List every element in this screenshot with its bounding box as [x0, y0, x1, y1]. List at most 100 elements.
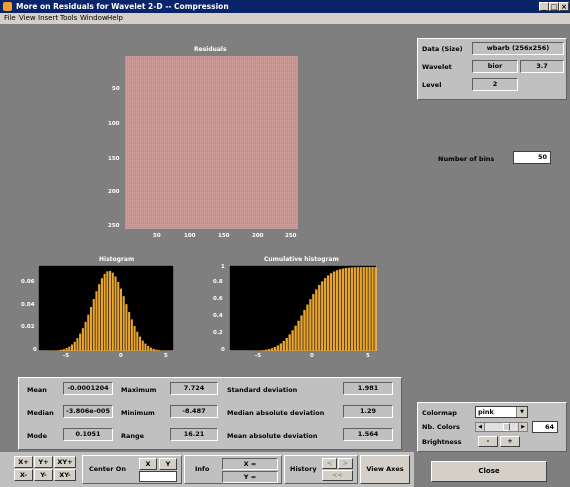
wavelet-number-value: 3.7	[520, 60, 564, 73]
center-on-input[interactable]	[139, 471, 177, 482]
level-value: 2	[472, 78, 518, 91]
xy-minus-button[interactable]: XY-	[54, 469, 76, 481]
cumulative-bar	[362, 267, 365, 351]
cumulative-bar	[288, 334, 291, 351]
histogram-bar	[57, 350, 60, 351]
center-on-label: Center On	[89, 465, 126, 473]
menu-help[interactable]: Help	[107, 13, 123, 24]
level-label: Level	[422, 81, 442, 89]
cumulative-ytick: 0.2	[213, 330, 223, 336]
cumulative-bar	[267, 349, 271, 351]
cumulative-bar	[258, 350, 262, 351]
histogram-bar	[60, 349, 63, 351]
cumulative-bar	[294, 325, 297, 351]
maximize-icon[interactable]: □	[549, 2, 559, 11]
cumulative-xtick: 0	[310, 353, 314, 359]
menu-file[interactable]: File	[4, 13, 16, 24]
history-panel: History < > <<	[284, 455, 358, 484]
residuals-image	[125, 56, 298, 229]
histogram-bar	[68, 346, 71, 351]
view-axes-button[interactable]: View Axes	[360, 455, 410, 484]
cumulative-histogram-plot	[229, 265, 377, 351]
wavelet-label: Wavelet	[422, 63, 452, 71]
menu-insert[interactable]: Insert	[38, 13, 58, 24]
scroll-left-icon[interactable]: ◀	[476, 423, 485, 431]
histogram-bar	[103, 273, 106, 351]
cumulative-bar	[282, 340, 285, 351]
cumulative-bar	[344, 267, 348, 351]
colormap-value: pink	[478, 408, 494, 416]
range-value: 16.21	[170, 428, 218, 441]
cumulative-bar	[353, 267, 356, 351]
axes-toolbar: X+ Y+ XY+ X- Y- XY- Center On X Y Info X…	[0, 452, 414, 487]
menu-view[interactable]: View	[19, 13, 36, 24]
cumulative-bar	[261, 350, 265, 351]
histogram-xtick: -5	[63, 353, 70, 359]
histogram-bar	[70, 344, 74, 351]
right-panel: Data (Size) wbarb (256x256) Wavelet bior…	[414, 24, 570, 487]
cumulative-bar	[356, 267, 359, 351]
slider-thumb[interactable]	[503, 423, 510, 431]
cumulative-bar	[332, 271, 336, 351]
y-minus-button[interactable]: Y-	[34, 469, 53, 481]
number-of-bins-input[interactable]: 50	[513, 151, 551, 164]
histogram-bar	[160, 350, 163, 351]
center-y-button[interactable]: Y	[159, 458, 177, 470]
histogram-xtick: 5	[164, 353, 168, 359]
residuals-ytick: 200	[108, 189, 120, 195]
cumulative-bar	[365, 267, 368, 351]
mode-label: Mode	[27, 432, 47, 440]
cumulative-bar	[371, 267, 374, 351]
median-label: Median	[27, 409, 54, 417]
menu-window[interactable]: Window	[80, 13, 108, 24]
x-plus-button[interactable]: X+	[14, 456, 33, 468]
histogram-plot	[38, 265, 174, 351]
window-title: More on Residuals for Wavelet 2-D -- Com…	[16, 2, 229, 11]
close-button[interactable]: Close	[431, 461, 547, 482]
histogram-bar	[130, 319, 133, 351]
x-minus-button[interactable]: X-	[14, 469, 33, 481]
cumulative-bar	[338, 269, 342, 351]
brightness-minus-button[interactable]: -	[478, 436, 498, 447]
center-x-button[interactable]: X	[139, 458, 157, 470]
histogram-bar	[76, 338, 79, 351]
histogram-bar	[84, 321, 87, 351]
histogram-bar	[114, 276, 117, 351]
mode-value: 0.1051	[63, 428, 113, 441]
nb-colors-slider[interactable]: ◀ ▶	[475, 422, 528, 432]
mean-value: -0.0001204	[63, 382, 113, 395]
close-icon[interactable]: ×	[559, 2, 569, 11]
brightness-plus-button[interactable]: +	[500, 436, 520, 447]
histogram-bar	[87, 314, 90, 351]
colormap-select[interactable]: pink ▼	[475, 406, 528, 418]
history-reset-icon[interactable]: <<	[322, 470, 353, 481]
histogram-xtick: 0	[119, 353, 123, 359]
cumulative-bar	[285, 337, 288, 351]
cumulative-bar	[374, 267, 377, 351]
cumulative-bar	[324, 278, 327, 351]
residuals-ytick: 100	[108, 121, 120, 127]
info-panel: Data (Size) wbarb (256x256) Wavelet bior…	[417, 38, 567, 100]
colormap-label: Colormap	[422, 409, 457, 417]
xy-plus-button[interactable]: XY+	[54, 456, 76, 468]
scroll-right-icon[interactable]: ▶	[518, 423, 527, 431]
cumulative-bar	[335, 270, 339, 351]
histogram-ytick: 0	[33, 347, 37, 353]
nb-colors-input[interactable]: 64	[532, 421, 558, 433]
y-plus-button[interactable]: Y+	[34, 456, 53, 468]
number-of-bins-label: Number of bins	[438, 155, 495, 163]
std-value: 1.981	[343, 382, 393, 395]
cumulative-bar	[350, 267, 354, 351]
history-forward-icon[interactable]: >	[338, 458, 353, 469]
histogram-bar	[155, 349, 158, 351]
maximum-value: 7.724	[170, 382, 218, 395]
chevron-down-icon[interactable]: ▼	[516, 407, 527, 417]
maximum-label: Maximum	[121, 386, 157, 394]
history-back-icon[interactable]: <	[322, 458, 337, 469]
cumulative-bar	[306, 304, 309, 351]
colormap-panel: Colormap pink ▼ Nb. Colors ◀ ▶ 64 Bright…	[417, 402, 567, 452]
menu-tools[interactable]: Tools	[60, 13, 77, 24]
minimize-icon[interactable]: _	[539, 2, 549, 11]
residuals-xtick: 100	[184, 233, 196, 239]
histogram-bar	[125, 304, 128, 351]
